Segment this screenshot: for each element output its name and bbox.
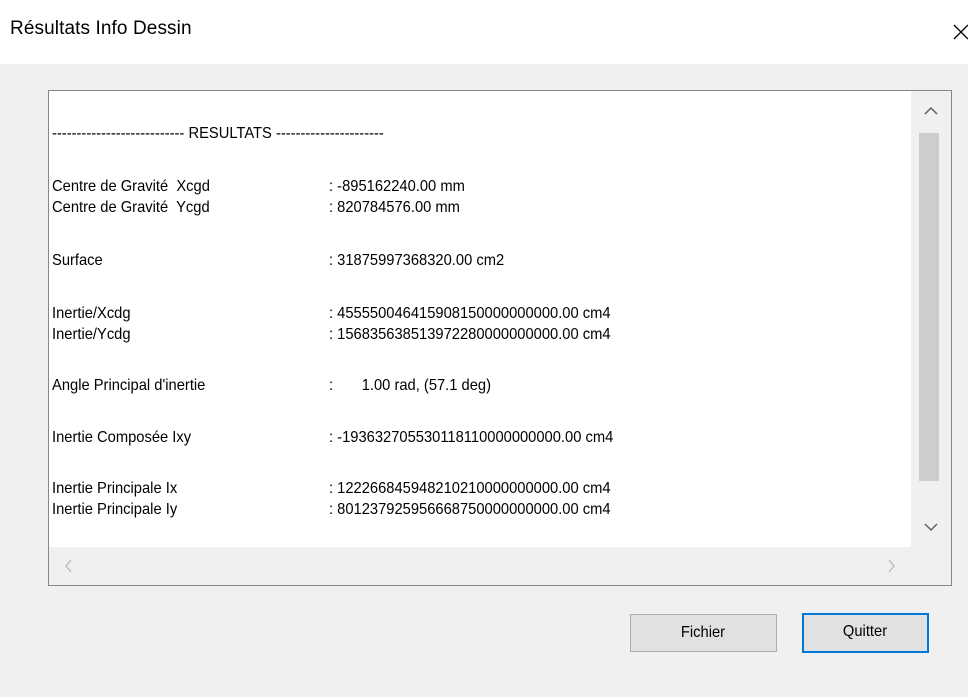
label-inertie-ixy: Inertie Composée Ixy [52, 429, 192, 446]
value-angle-principal: : 1.00 rad, (57.1 deg) [329, 377, 492, 394]
value-inertie-xcdg: : 455550046415908150000000000.00 cm4 [329, 305, 611, 322]
value-inertie-ycdg: : 156835638513972280000000000.00 cm4 [329, 326, 611, 343]
label-inertie-ix: Inertie Principale Ix [52, 480, 178, 497]
scroll-right-icon[interactable] [871, 547, 911, 585]
label-inertie-iy: Inertie Principale Iy [52, 501, 178, 518]
fichier-button[interactable]: Fichier [630, 614, 777, 652]
dialog-window: Résultats Info Dessin ------------------… [0, 0, 968, 697]
label-angle-principal: Angle Principal d'inertie [52, 377, 206, 394]
fichier-button-label: Fichier [681, 624, 726, 641]
scroll-up-icon[interactable] [911, 91, 951, 131]
label-inertie-xcdg: Inertie/Xcdg [52, 305, 131, 322]
value-inertie-ixy: : -193632705530118110000000000.00 cm4 [329, 429, 614, 446]
value-ycgd: : 820784576.00 mm [329, 199, 460, 216]
value-inertie-ix: : 122266845948210210000000000.00 cm4 [329, 480, 611, 497]
scroll-down-icon[interactable] [911, 507, 951, 547]
results-text-area[interactable]: --------------------------- RESULTATS --… [49, 91, 911, 547]
title-bar: Résultats Info Dessin [0, 0, 968, 64]
label-ycgd: Centre de Gravité Ycgd [52, 199, 210, 216]
quitter-button-label: Quitter [843, 623, 888, 640]
label-surface: Surface [52, 252, 103, 269]
horizontal-scrollbar[interactable] [49, 547, 911, 585]
results-text-box[interactable]: --------------------------- RESULTATS --… [48, 90, 952, 586]
window-title: Résultats Info Dessin [10, 18, 192, 39]
scrollbar-corner [911, 547, 951, 585]
value-surface: : 31875997368320.00 cm2 [329, 252, 505, 269]
value-xcgd: : -895162240.00 mm [329, 178, 465, 195]
close-icon[interactable] [952, 20, 968, 42]
label-inertie-ycdg: Inertie/Ycdg [52, 326, 131, 343]
results-header: --------------------------- RESULTATS --… [52, 125, 384, 142]
scroll-left-icon[interactable] [49, 547, 89, 585]
vertical-scroll-thumb[interactable] [919, 133, 939, 481]
vertical-scrollbar[interactable] [911, 91, 951, 547]
quitter-button[interactable]: Quitter [802, 613, 929, 653]
label-xcgd: Centre de Gravité Xcgd [52, 178, 210, 195]
value-inertie-iy: : 801237925956668750000000000.00 cm4 [329, 501, 611, 518]
